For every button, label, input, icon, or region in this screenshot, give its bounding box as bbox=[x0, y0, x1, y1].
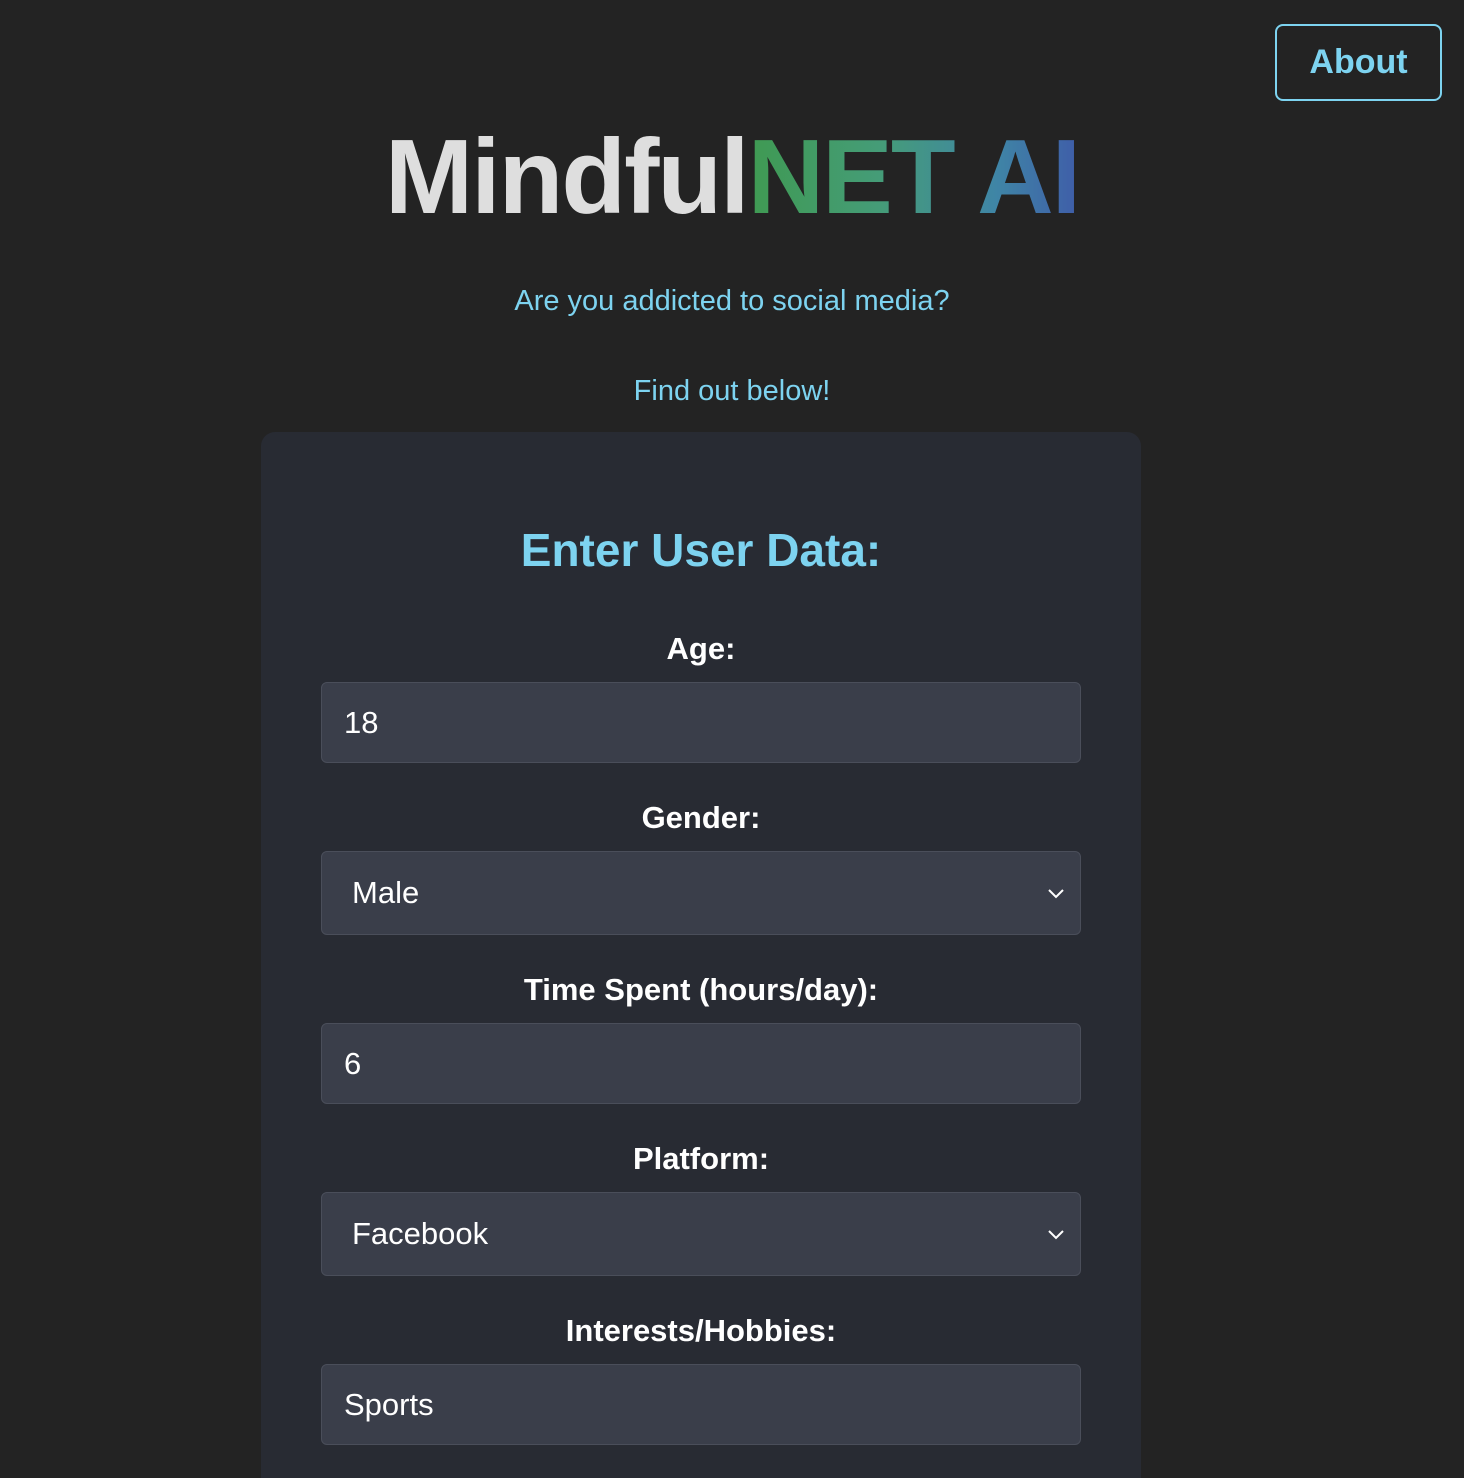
platform-select-value: Facebook bbox=[352, 1216, 489, 1251]
interests-label: Interests/Hobbies: bbox=[565, 1313, 837, 1348]
gender-select[interactable]: Male bbox=[321, 851, 1081, 935]
app-title: MindfulNET AI bbox=[0, 118, 1464, 236]
age-label: Age: bbox=[666, 631, 736, 666]
gender-select-value: Male bbox=[352, 875, 420, 910]
time-spent-input-value: 6 bbox=[344, 1045, 362, 1081]
about-button[interactable]: About bbox=[1275, 24, 1442, 101]
app-title-main: Mindful bbox=[384, 118, 750, 236]
page: About MindfulNET AI Are you addicted to … bbox=[0, 0, 1464, 1478]
tagline-question: Are you addicted to social media? bbox=[514, 285, 950, 317]
app-title-accent: NET AI bbox=[747, 118, 1082, 236]
chevron-down-icon bbox=[1048, 1230, 1064, 1240]
time-spent-input[interactable]: 6 bbox=[321, 1023, 1081, 1104]
interests-input-value: Sports bbox=[344, 1386, 434, 1422]
chevron-down-icon bbox=[1048, 889, 1064, 899]
platform-label: Platform: bbox=[632, 1141, 770, 1176]
form-title: Enter User Data: bbox=[520, 524, 882, 576]
interests-input[interactable]: Sports bbox=[321, 1364, 1081, 1445]
time-spent-label: Time Spent (hours/day): bbox=[523, 972, 879, 1007]
tagline-prompt: Find out below! bbox=[633, 375, 831, 407]
age-input-value: 18 bbox=[344, 704, 379, 740]
gender-label: Gender: bbox=[641, 800, 761, 835]
age-input[interactable]: 18 bbox=[321, 682, 1081, 763]
platform-select[interactable]: Facebook bbox=[321, 1192, 1081, 1276]
